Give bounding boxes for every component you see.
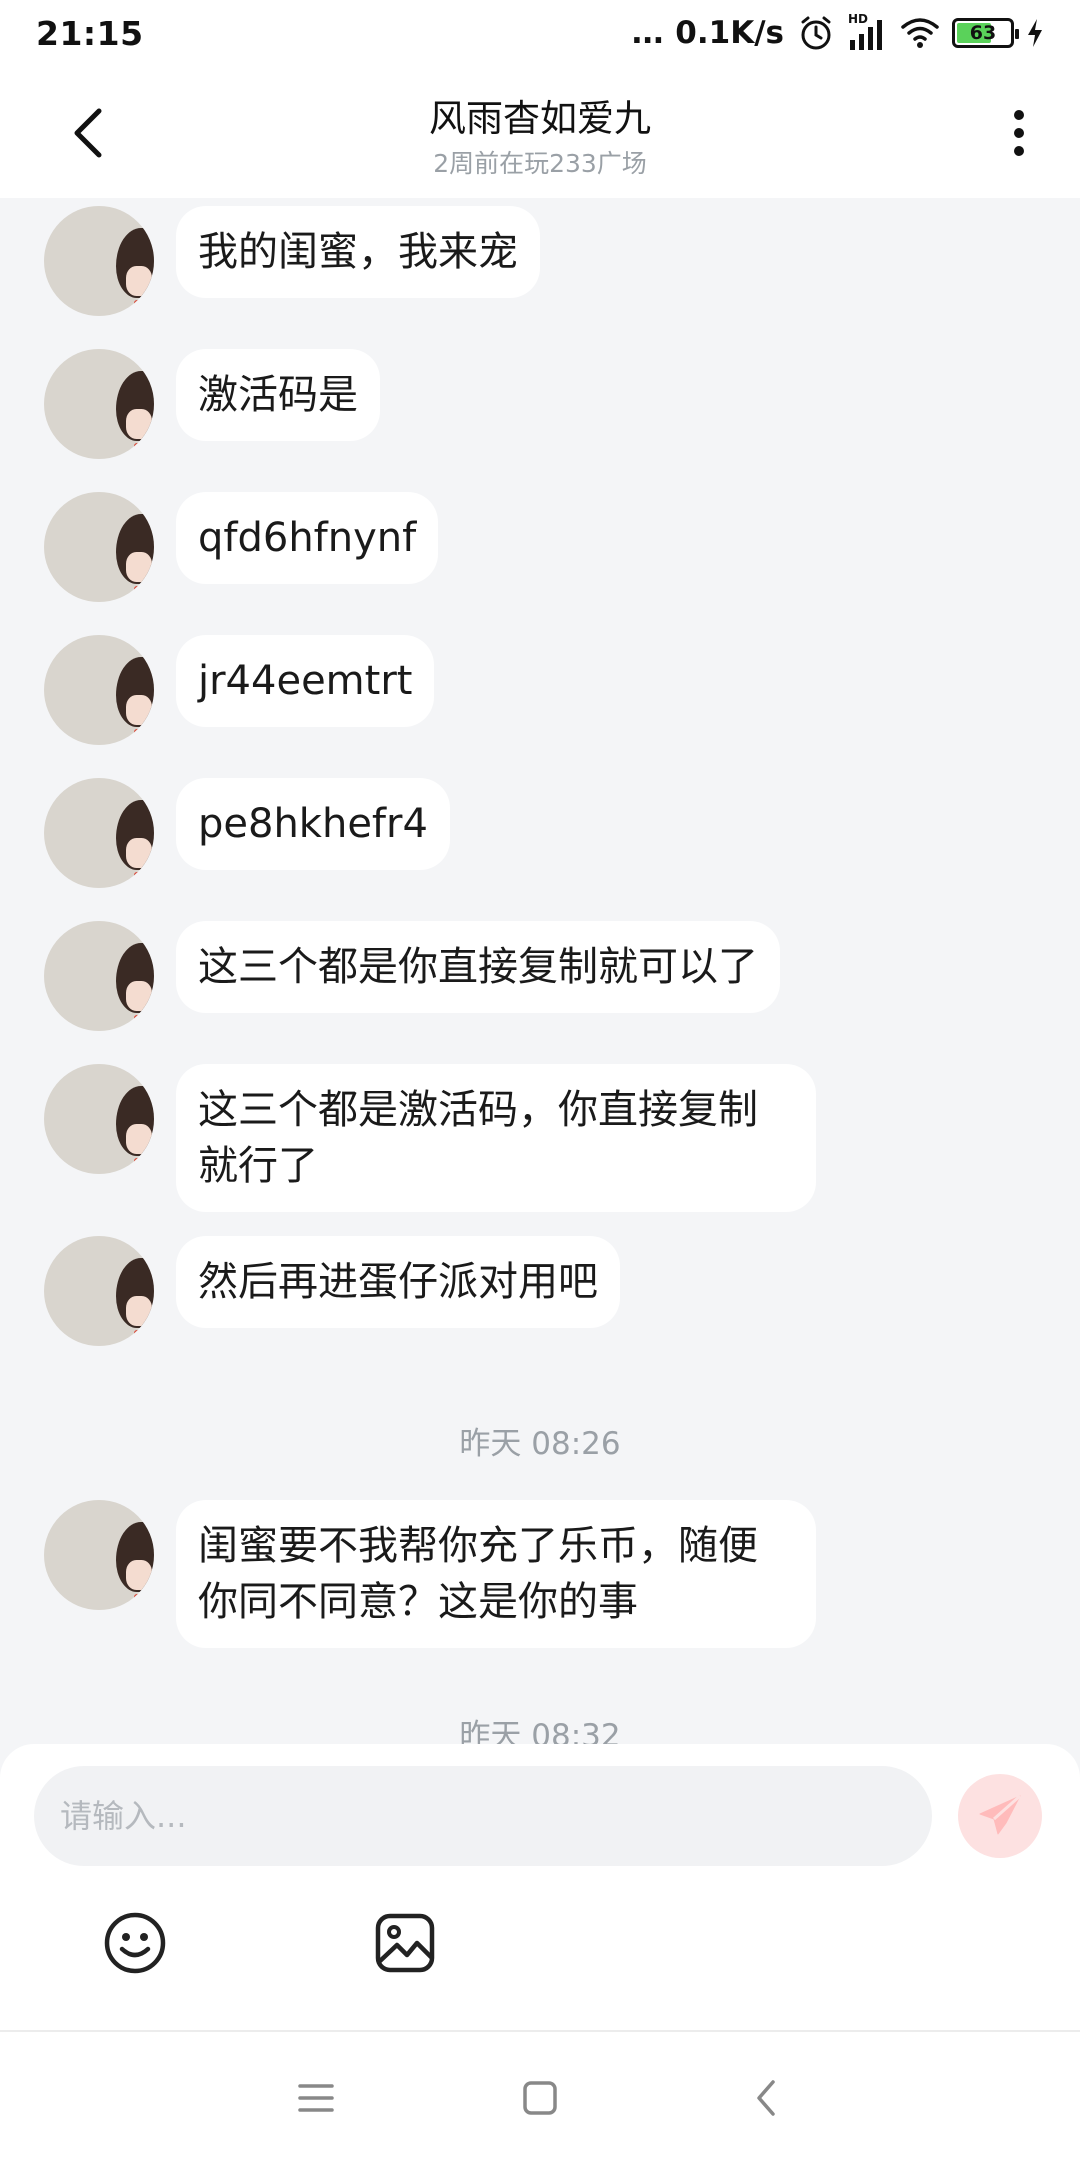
menu-icon [298,2084,334,2112]
more-vertical-icon [1014,146,1024,156]
message-row: 激活码是 [44,349,380,459]
nav-back-button[interactable] [736,2068,796,2128]
status-bar: 21:15 ... 0.1K/s HD 63 [0,0,1080,66]
message-row: 这三个都是你直接复制就可以了 [44,921,780,1031]
message-row: 然后再进蛋仔派对用吧 [44,1236,620,1346]
chat-message-list[interactable]: 我的闺蜜，我来宠 激活码是 qfd6hfnynf jr44eemtrt pe8h… [0,198,1080,1746]
battery-icon: 63 [952,18,1019,48]
avatar[interactable] [44,635,154,745]
system-nav-bar [0,2030,1080,2160]
contact-name: 风雨杳如爱九 [429,97,651,140]
message-row: pe8hkhefr4 [44,778,450,888]
message-bubble[interactable]: 闺蜜要不我帮你充了乐币，随便你同不同意？这是你的事 [176,1500,816,1648]
message-bubble[interactable]: jr44eemtrt [176,635,435,727]
avatar[interactable] [44,1500,154,1610]
image-button[interactable] [370,1908,440,1978]
back-triangle-icon [757,2080,775,2116]
avatar[interactable] [44,921,154,1031]
avatar[interactable] [44,492,154,602]
message-row: jr44eemtrt [44,635,435,745]
more-vertical-icon [1014,110,1024,120]
send-button[interactable] [958,1774,1042,1858]
wifi-icon [901,18,939,48]
battery-level: 63 [969,22,997,44]
message-bubble[interactable]: 然后再进蛋仔派对用吧 [176,1236,620,1328]
image-icon [375,1913,435,1973]
timestamp: 昨天 08:26 [459,1426,621,1462]
status-indicators: ... 0.1K/s HD 63 [630,12,1044,53]
hd-label: HD [848,12,869,26]
avatar[interactable] [44,1064,154,1174]
message-row: 我的闺蜜，我来宠 [44,206,540,316]
emoji-button[interactable] [100,1908,170,1978]
message-bubble[interactable]: 我的闺蜜，我来宠 [176,206,540,298]
home-button[interactable] [510,2068,570,2128]
message-row: 这三个都是激活码，你直接复制就行了 [44,1064,816,1212]
message-bubble[interactable]: 这三个都是激活码，你直接复制就行了 [176,1064,816,1212]
message-input[interactable] [34,1766,932,1866]
message-bubble[interactable]: pe8hkhefr4 [176,778,450,870]
paper-plane-icon [979,1794,1021,1835]
input-panel [0,1744,1080,2030]
message-row: qfd6hfnynf [44,492,439,602]
message-row: 闺蜜要不我帮你充了乐币，随便你同不同意？这是你的事 [44,1500,816,1648]
home-square-icon [523,2081,557,2115]
smiley-icon [104,1912,166,1974]
signal-group: HD [848,12,888,50]
message-bubble[interactable]: 这三个都是你直接复制就可以了 [176,921,780,1013]
avatar[interactable] [44,206,154,316]
charging-icon [1028,19,1042,47]
message-bubble[interactable]: qfd6hfnynf [176,492,439,584]
chat-header: 风雨杳如爱九 2周前在玩233广场 [0,66,1080,198]
avatar[interactable] [44,349,154,459]
more-options-button[interactable] [994,98,1044,168]
alarm-icon [801,16,831,50]
network-speed: 0.1K/s [675,15,784,51]
avatar[interactable] [44,1236,154,1346]
menu-button[interactable] [286,2068,346,2128]
message-bubble[interactable]: 激活码是 [176,349,380,441]
avatar[interactable] [44,778,154,888]
timestamp: 昨天 08:32 [459,1718,621,1746]
contact-status: 2周前在玩233广场 [433,149,647,178]
more-vertical-icon [1014,128,1024,138]
status-time: 21:15 [36,13,144,53]
status-dots: ... [630,15,664,51]
